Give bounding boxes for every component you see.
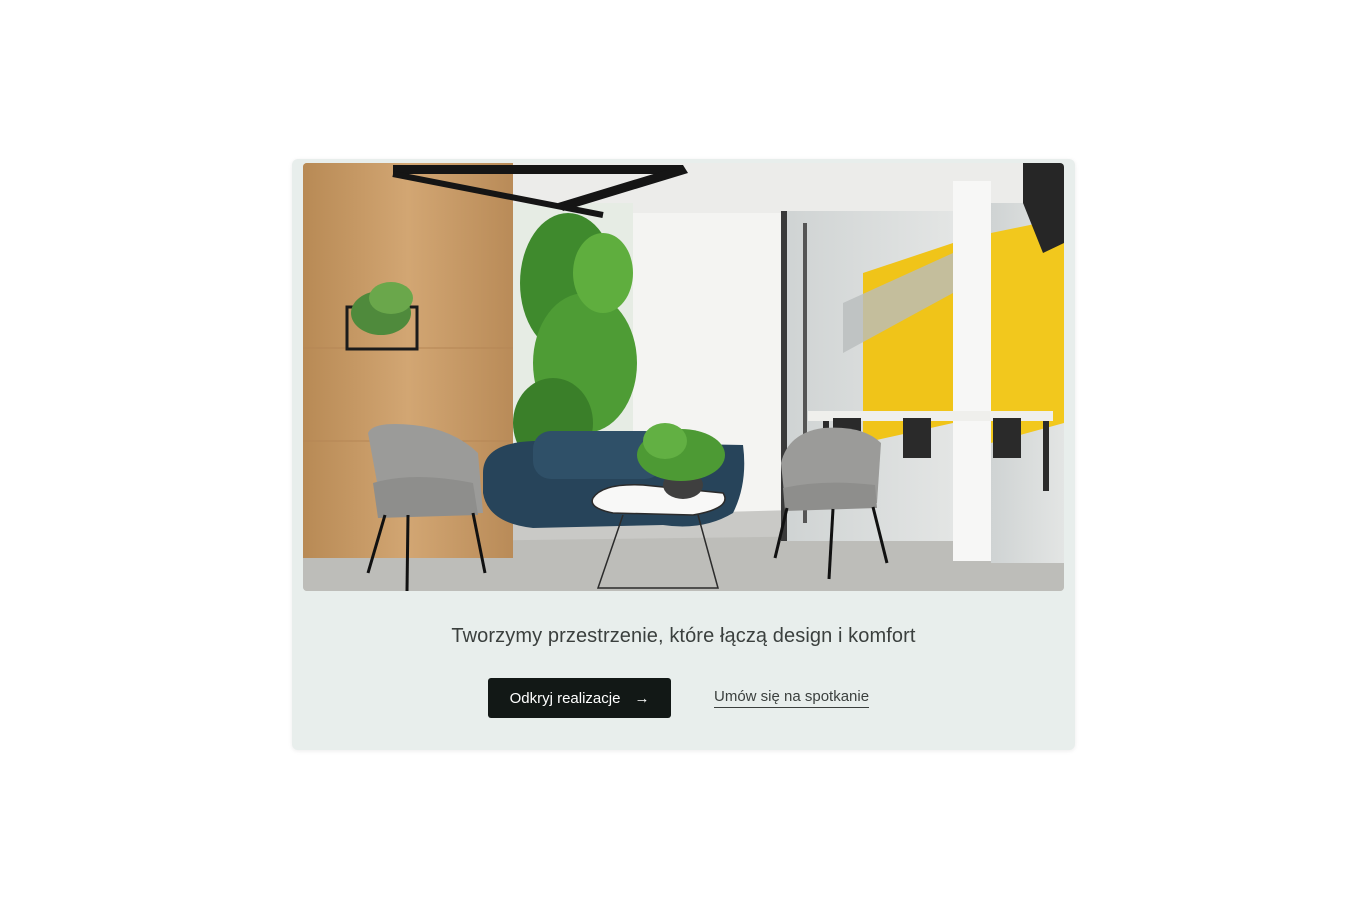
book-meeting-link[interactable]: Umów się na spotkanie [714,688,870,708]
discover-projects-button[interactable]: Odkryj realizacje → [488,678,671,718]
headline: Tworzymy przestrzenie, które łączą desig… [451,625,916,647]
actions-row: Odkryj realizacje → Umów się na spotkani… [292,678,1075,718]
arrow-right-icon: → [634,689,650,707]
hero-card: Tworzymy przestrzenie, które łączą desig… [292,159,1075,750]
discover-projects-label: Odkryj realizacje [509,689,621,707]
hero-image [303,163,1064,591]
